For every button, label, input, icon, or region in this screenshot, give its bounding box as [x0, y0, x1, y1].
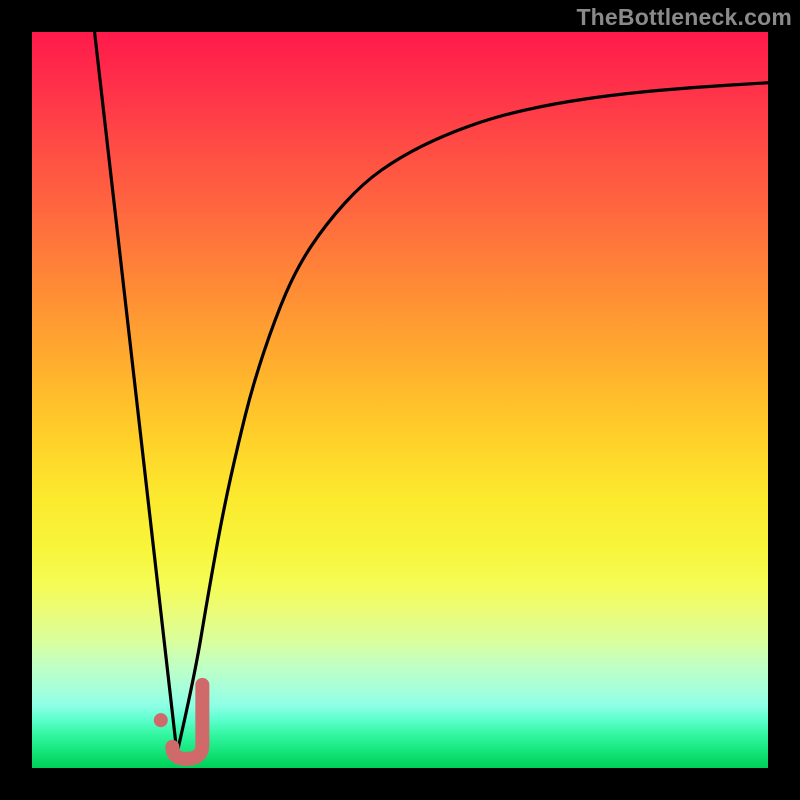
dot-marker [154, 713, 168, 727]
watermark-text: TheBottleneck.com [576, 4, 792, 31]
j-hook-marker [172, 685, 202, 759]
curve-layer [32, 32, 768, 768]
plot-area [32, 32, 768, 768]
left-slope-line [95, 32, 177, 753]
chart-frame: TheBottleneck.com [0, 0, 800, 800]
right-curve-line [177, 83, 768, 753]
